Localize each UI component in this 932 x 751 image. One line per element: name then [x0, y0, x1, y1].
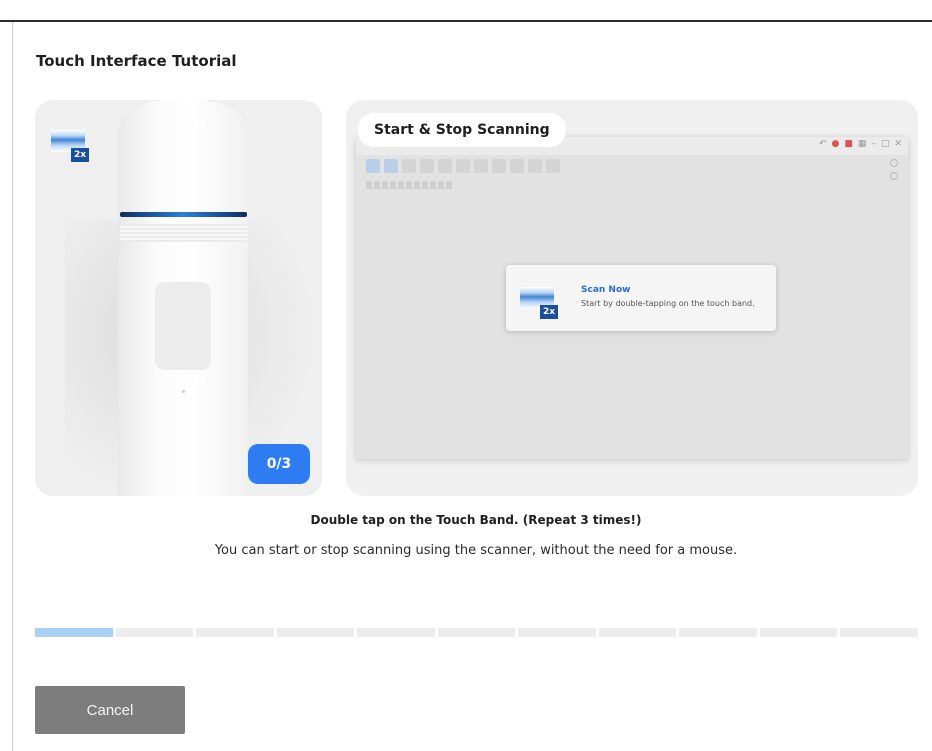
tooth-tool-icon	[438, 159, 452, 173]
tutorial-progress-bar	[35, 628, 919, 637]
progress-segment	[357, 628, 435, 637]
scan-now-card: 2x Scan Now Start by double-tapping on t…	[506, 265, 776, 331]
grid-icon: ▦	[857, 139, 867, 149]
progress-segment	[518, 628, 596, 637]
fit-tool-icon	[510, 159, 524, 173]
minimize-icon: –	[871, 139, 876, 149]
scan-tool-icon	[384, 159, 398, 173]
instruction-title: Double tap on the Touch Band. (Repeat 3 …	[310, 513, 642, 527]
left-border	[12, 22, 13, 751]
top-border	[0, 20, 932, 22]
maximize-icon: □	[880, 139, 890, 149]
settings-tool-icon	[528, 159, 542, 173]
progress-segment	[35, 628, 113, 637]
layer-tool-icon	[456, 159, 470, 173]
tap-count-badge: 2x	[71, 148, 89, 162]
trim-tool-icon	[402, 159, 416, 173]
scan-card-description: Start by double-tapping on the touch ban…	[581, 299, 755, 308]
scanner-pad	[155, 282, 211, 370]
ruler-tool-icon	[420, 159, 434, 173]
stop-icon: ■	[844, 139, 853, 149]
tap-counter-badge: 0/3	[248, 444, 310, 484]
progress-segment	[115, 628, 194, 637]
app-toolbar	[366, 159, 560, 173]
scanner-dot	[182, 390, 185, 393]
view-controls	[890, 159, 898, 180]
marker-tool-icon	[474, 159, 488, 173]
progress-segment	[196, 628, 274, 637]
double-tap-icon: 2x	[49, 122, 89, 162]
dialog-title: Touch Interface Tutorial	[36, 52, 237, 70]
progress-segment	[598, 628, 677, 637]
progress-segment	[679, 628, 757, 637]
progress-segment	[759, 628, 838, 637]
undo-icon: ↶	[819, 139, 827, 149]
window-controls: ↶ ● ■ ▦ – □ ✕	[819, 139, 902, 149]
app-window-preview: ↶ ● ■ ▦ – □ ✕ 2x Scan Now Start by doubl…	[356, 137, 908, 459]
app-preview-panel: ↶ ● ■ ▦ – □ ✕ 2x Scan Now Start by doubl…	[346, 100, 918, 496]
preview-title: Start & Stop Scanning	[358, 113, 566, 147]
scanner-ridges	[120, 224, 247, 242]
view-option-icon	[890, 159, 898, 167]
tap-count-badge: 2x	[540, 305, 558, 319]
progress-segment	[840, 628, 919, 637]
record-icon: ●	[831, 139, 840, 149]
touch-band	[120, 212, 247, 217]
pen-tool-icon	[366, 159, 380, 173]
close-icon: ✕	[894, 139, 902, 149]
app-status-line	[366, 181, 452, 189]
check-tool-icon	[546, 159, 560, 173]
instruction-description: You can start or stop scanning using the…	[214, 543, 738, 558]
screen-tool-icon	[492, 159, 506, 173]
progress-segment	[437, 628, 516, 637]
double-tap-icon: 2x	[518, 279, 558, 319]
scanner-illustration-panel: 2x	[35, 100, 322, 496]
progress-segment	[276, 628, 355, 637]
cancel-button[interactable]: Cancel	[35, 686, 185, 734]
view-option-icon	[890, 172, 898, 180]
scan-card-title: Scan Now	[581, 285, 631, 295]
